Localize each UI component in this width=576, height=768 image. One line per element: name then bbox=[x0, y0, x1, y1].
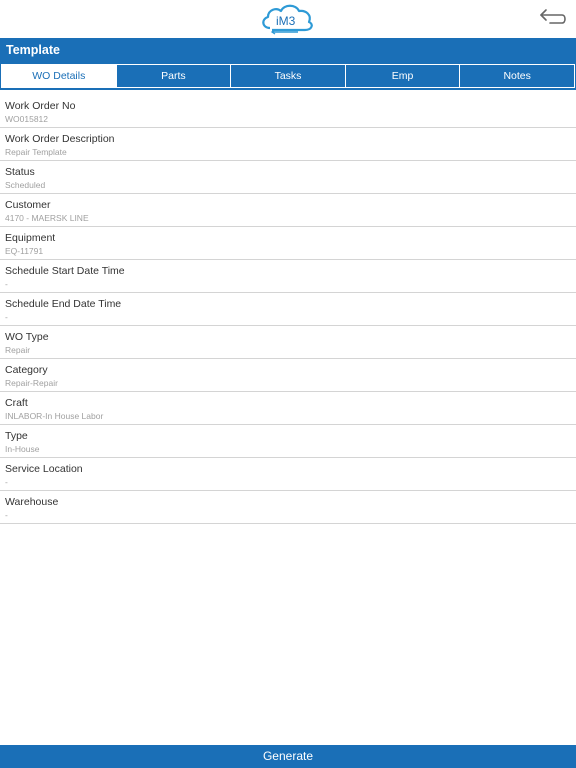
tab-parts[interactable]: Parts bbox=[117, 65, 232, 87]
field-value: Repair Template bbox=[5, 147, 67, 157]
app-screen: iM3 Template WO Details Parts Tasks Emp … bbox=[0, 0, 576, 768]
field-label: Equipment bbox=[5, 232, 56, 244]
field-label: Category bbox=[5, 364, 48, 376]
field-customer: Customer 4170 - MAERSK LINE bbox=[0, 194, 576, 227]
field-label: Schedule Start Date Time bbox=[5, 265, 125, 277]
tab-bar: WO Details Parts Tasks Emp Notes bbox=[0, 62, 576, 90]
tab-list: WO Details Parts Tasks Emp Notes bbox=[1, 64, 575, 88]
field-label: Work Order No bbox=[5, 100, 76, 112]
field-label: WO Type bbox=[5, 331, 49, 343]
field-label: Craft bbox=[5, 397, 28, 409]
im3-logo: iM3 bbox=[262, 4, 313, 35]
field-service-location: Service Location - bbox=[0, 458, 576, 491]
field-label: Status bbox=[5, 166, 35, 178]
field-schedule-start: Schedule Start Date Time - bbox=[0, 260, 576, 293]
field-value: - bbox=[5, 477, 8, 487]
field-value: Scheduled bbox=[5, 180, 46, 190]
field-label: Customer bbox=[5, 199, 51, 211]
field-label: Schedule End Date Time bbox=[5, 298, 122, 310]
field-type: Type In-House bbox=[0, 425, 576, 458]
tab-tasks[interactable]: Tasks bbox=[231, 65, 346, 87]
field-value: EQ-11791 bbox=[5, 246, 44, 256]
field-value: In-House bbox=[5, 444, 40, 454]
page-title: Template bbox=[0, 38, 576, 62]
field-category: Category Repair-Repair bbox=[0, 359, 576, 392]
field-craft: Craft INLABOR-In House Labor bbox=[0, 392, 576, 425]
field-value: - bbox=[5, 312, 8, 322]
field-work-order-description: Work Order Description Repair Template bbox=[0, 128, 576, 161]
field-equipment: Equipment EQ-11791 bbox=[0, 227, 576, 260]
field-value: 4170 - MAERSK LINE bbox=[5, 213, 89, 223]
field-value: Repair-Repair bbox=[5, 378, 58, 388]
field-label: Warehouse bbox=[5, 496, 59, 508]
field-label: Type bbox=[5, 430, 28, 442]
field-work-order-no: Work Order No WO015812 bbox=[0, 95, 576, 128]
field-wo-type: WO Type Repair bbox=[0, 326, 576, 359]
tab-emp[interactable]: Emp bbox=[346, 65, 461, 87]
field-status: Status Scheduled bbox=[0, 161, 576, 194]
field-value: - bbox=[5, 279, 8, 289]
field-label: Work Order Description bbox=[5, 133, 115, 145]
field-value: - bbox=[5, 510, 8, 520]
field-label: Service Location bbox=[5, 463, 83, 475]
back-arrow-icon[interactable] bbox=[538, 7, 568, 31]
top-header: iM3 bbox=[0, 0, 576, 38]
field-value: WO015812 bbox=[5, 114, 48, 124]
field-warehouse: Warehouse - bbox=[0, 491, 576, 524]
field-schedule-end: Schedule End Date Time - bbox=[0, 293, 576, 326]
logo-text: iM3 bbox=[276, 14, 296, 28]
field-value: Repair bbox=[5, 345, 31, 355]
tab-wo-details[interactable]: WO Details bbox=[2, 65, 117, 87]
tab-notes[interactable]: Notes bbox=[460, 65, 574, 87]
wo-details-list: Work Order No WO015812 Work Order Descri… bbox=[0, 95, 576, 524]
field-value: INLABOR-In House Labor bbox=[5, 411, 104, 421]
generate-button[interactable]: Generate bbox=[0, 745, 576, 768]
